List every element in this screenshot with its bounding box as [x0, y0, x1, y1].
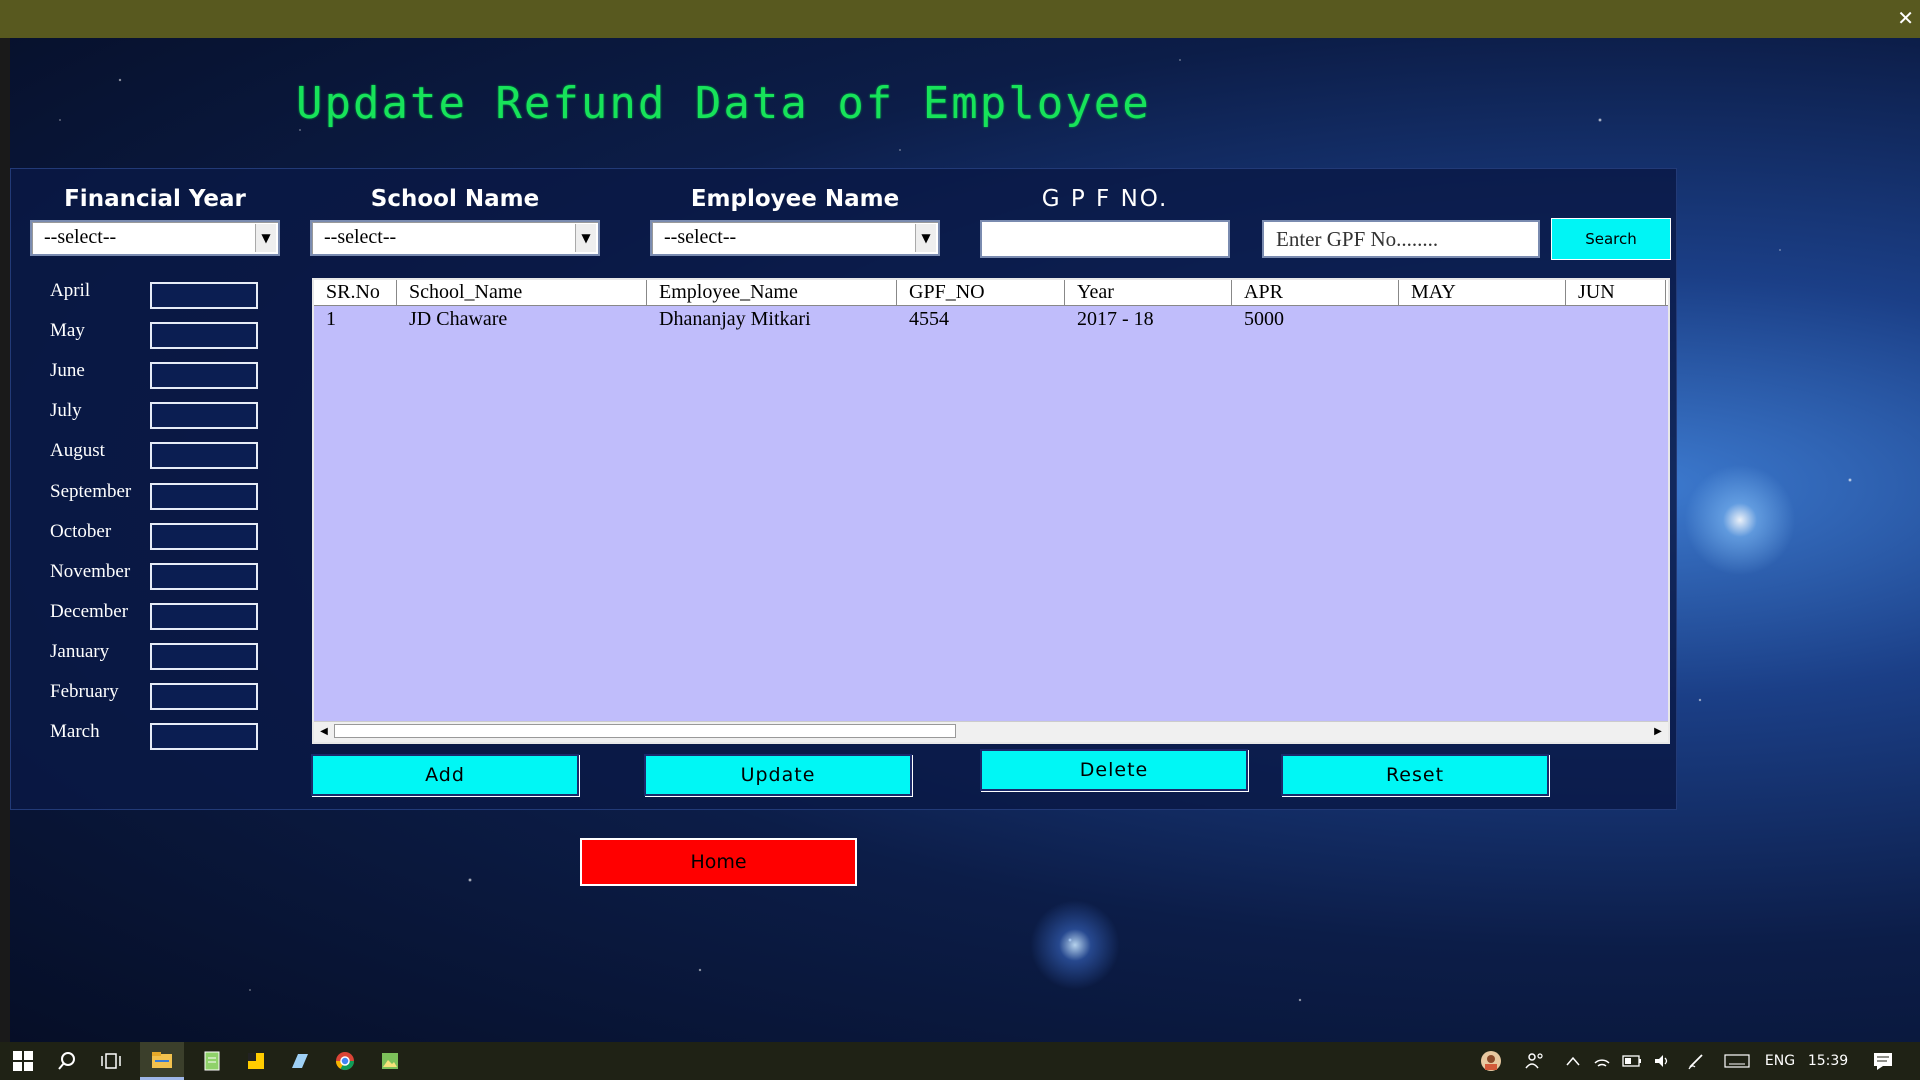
taskbar: ENG 15:39	[0, 1042, 1920, 1080]
month-input-march[interactable]	[150, 723, 258, 751]
month-input-january[interactable]	[150, 642, 258, 670]
scroll-right-icon[interactable]: ▶	[1650, 724, 1666, 740]
month-label-january: January	[50, 640, 110, 662]
file-explorer-icon[interactable]	[140, 1042, 184, 1080]
wifi-icon[interactable]	[1590, 1042, 1614, 1080]
delete-button[interactable]: Delete	[980, 749, 1248, 791]
month-label-december: December	[50, 600, 129, 622]
clock[interactable]: 15:39	[1806, 1042, 1850, 1080]
home-button[interactable]: Home	[580, 838, 857, 886]
table-cell	[1399, 307, 1566, 332]
avatar[interactable]	[1478, 1042, 1504, 1080]
battery-icon[interactable]	[1620, 1042, 1644, 1080]
notification-icon[interactable]	[1868, 1042, 1898, 1080]
scrollbar-thumb[interactable]	[334, 724, 956, 738]
month-input-may[interactable]	[150, 322, 258, 350]
month-label-july: July	[50, 400, 82, 422]
chevron-up-icon[interactable]	[1562, 1042, 1584, 1080]
search-icon[interactable]	[52, 1042, 82, 1080]
grid-column-header[interactable]: Year	[1065, 280, 1232, 305]
chrome-icon[interactable]	[325, 1042, 365, 1080]
financial-year-select[interactable]: --select-- ▼	[30, 220, 280, 256]
grid-column-header[interactable]: Employee_Name	[647, 280, 897, 305]
image-icon[interactable]	[370, 1042, 410, 1080]
grid-column-header[interactable]: MAY	[1399, 280, 1566, 305]
month-label-february: February	[50, 681, 119, 702]
people-icon[interactable]	[1522, 1042, 1548, 1080]
table-cell	[1566, 307, 1666, 332]
month-label-may: May	[50, 320, 85, 342]
table-cell: 4554	[909, 308, 949, 330]
school-name-select[interactable]: --select-- ▼	[310, 220, 600, 256]
grid-column-header[interactable]: School_Name	[397, 280, 647, 305]
month-label-october: October	[50, 520, 112, 542]
app-icon[interactable]	[280, 1042, 320, 1080]
volume-icon[interactable]	[1650, 1042, 1674, 1080]
month-input-april[interactable]	[150, 282, 258, 309]
star-glow	[1030, 900, 1120, 990]
gpf-no-field[interactable]	[980, 220, 1230, 258]
employee-name-value: --select--	[664, 226, 737, 248]
month-input-july[interactable]	[150, 402, 258, 430]
table-cell: 2017 - 18	[1077, 308, 1154, 330]
month-input-december[interactable]	[150, 602, 258, 630]
language-indicator[interactable]: ENG	[1762, 1042, 1798, 1080]
search-button[interactable]: Search	[1551, 218, 1671, 260]
gpf-search-input[interactable]	[1262, 220, 1540, 258]
table-cell: 1	[326, 308, 336, 330]
pen-icon[interactable]	[1684, 1042, 1708, 1080]
scroll-left-icon[interactable]: ◀	[316, 724, 332, 740]
month-input-october[interactable]	[150, 522, 258, 550]
notepad-icon[interactable]	[192, 1042, 232, 1080]
windows-start-icon[interactable]	[8, 1042, 38, 1080]
grid-column-header[interactable]: SR.No	[314, 280, 397, 305]
keyboard-icon[interactable]	[1722, 1042, 1752, 1080]
financial-year-label: Financial Year	[64, 186, 246, 212]
grid-header-row: SR.No School_Name Employee_Name GPF_NO Year A…	[314, 280, 1668, 306]
grid-column-header[interactable]: APR	[1232, 280, 1399, 305]
month-label-april: April	[50, 280, 91, 301]
table-cell: Dhananjay Mitkari	[659, 308, 811, 330]
reset-button[interactable]: Reset	[1281, 754, 1549, 796]
month-input-august[interactable]	[150, 442, 258, 470]
page-title: Update Refund Data of Employee	[296, 78, 1151, 129]
gpf-no-label: G P F NO.	[1041, 186, 1169, 212]
window-left-edge	[0, 38, 10, 1042]
add-button[interactable]: Add	[311, 754, 579, 796]
update-button[interactable]: Update	[644, 754, 912, 796]
grid-column-header[interactable]: JUN	[1566, 280, 1666, 305]
month-label-september: September	[50, 480, 132, 502]
star-glow	[1680, 460, 1800, 580]
grid-column-header[interactable]: GPF_NO	[897, 280, 1065, 305]
table-row[interactable]: 1 JD Chaware Dhananjay Mitkari 4554 2017 - 1…	[314, 307, 1668, 332]
table-cell: JD Chaware	[409, 308, 508, 330]
month-input-june[interactable]	[150, 362, 258, 390]
month-input-september[interactable]	[150, 482, 258, 510]
close-icon[interactable]: ✕	[1897, 6, 1914, 30]
employee-name-label: Employee Name	[690, 186, 900, 212]
sticky-notes-icon[interactable]	[236, 1042, 276, 1080]
chevron-down-icon[interactable]: ▼	[255, 224, 276, 252]
chevron-down-icon[interactable]: ▼	[575, 224, 596, 252]
chevron-down-icon[interactable]: ▼	[915, 224, 936, 252]
month-input-february[interactable]	[150, 683, 258, 710]
refund-data-grid[interactable]: SR.No School_Name Employee_Name GPF_NO Year A…	[312, 278, 1670, 744]
school-name-value: --select--	[324, 226, 397, 248]
table-cell: 5000	[1244, 308, 1284, 330]
month-label-june: June	[50, 360, 85, 382]
window-titlebar: ✕	[0, 0, 1920, 38]
school-name-label: School Name	[370, 186, 540, 212]
month-label-november: November	[50, 560, 131, 582]
horizontal-scrollbar[interactable]: ◀ ▶	[314, 721, 1668, 742]
month-label-march: March	[50, 721, 100, 743]
financial-year-value: --select--	[44, 226, 117, 248]
employee-name-select[interactable]: --select-- ▼	[650, 220, 940, 256]
month-input-november[interactable]	[150, 562, 258, 590]
month-label-august: August	[50, 440, 105, 462]
task-view-icon[interactable]	[96, 1042, 126, 1080]
